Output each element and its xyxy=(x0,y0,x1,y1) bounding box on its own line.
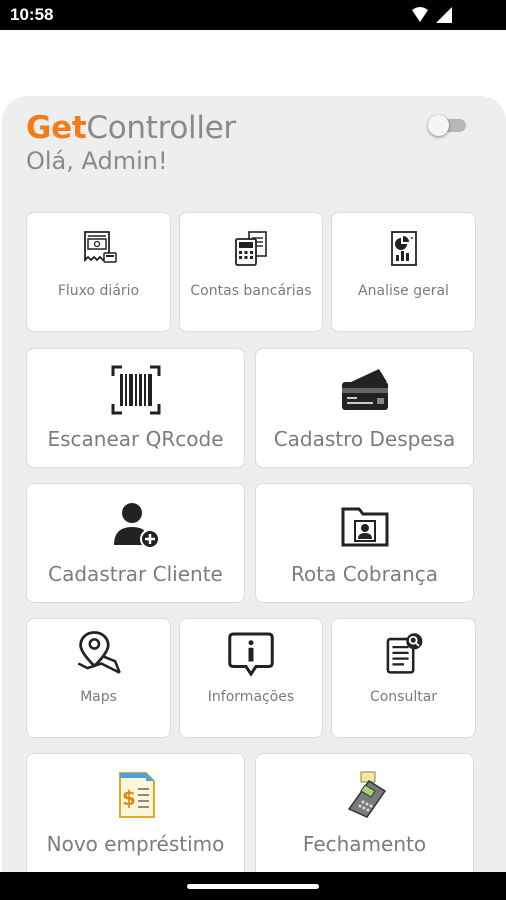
tile-label: Fluxo diário xyxy=(57,283,140,299)
tile-label: Cadastrar Cliente xyxy=(48,562,223,586)
calculator-documents-icon xyxy=(235,231,267,266)
tile-label: Rota Cobrança xyxy=(291,562,438,586)
tile-escanear-qrcode[interactable]: Escanear QRcode xyxy=(26,348,245,468)
tile-consultar[interactable]: Consultar xyxy=(331,618,476,738)
tile-informacoes[interactable]: Informações xyxy=(179,618,323,738)
map-pin-icon xyxy=(77,631,121,674)
tile-analise-geral[interactable]: Analise geral xyxy=(331,212,476,332)
navigation-bar xyxy=(0,872,506,900)
tile-fluxo-diario[interactable]: Fluxo diário xyxy=(26,212,171,332)
logo-get: Get xyxy=(26,110,87,146)
barcode-scan-icon xyxy=(111,365,160,415)
tile-rota-cobranca[interactable]: Rota Cobrança xyxy=(255,483,474,603)
tile-label: Novo empréstimo xyxy=(46,832,225,856)
home-gesture-handle[interactable] xyxy=(187,884,319,889)
tile-label: Informações xyxy=(207,689,295,705)
status-bar: 10:58 xyxy=(0,0,506,30)
greeting-text: Olá, Admin! xyxy=(26,147,168,175)
tile-maps[interactable]: Maps xyxy=(26,618,171,738)
tile-cadastrar-cliente[interactable]: Cadastrar Cliente xyxy=(26,483,245,603)
add-user-icon xyxy=(113,503,160,549)
app-logo: GetController xyxy=(26,110,236,146)
tile-label: Escanear QRcode xyxy=(47,427,224,451)
theme-toggle[interactable] xyxy=(428,115,468,136)
tile-fechamento[interactable]: Fechamento xyxy=(255,753,474,883)
tile-label: Consultar xyxy=(369,689,438,705)
tile-label: Maps xyxy=(80,689,117,705)
cash-receipt-icon xyxy=(83,231,117,263)
contact-folder-icon xyxy=(341,507,388,547)
logo-controller: Controller xyxy=(86,110,236,146)
tile-contas-bancarias[interactable]: Contas bancárias xyxy=(179,212,323,332)
info-bubble-icon xyxy=(228,632,274,677)
report-chart-icon xyxy=(390,231,417,266)
credit-card-icon xyxy=(341,369,388,410)
card-terminal-icon xyxy=(347,771,386,818)
status-time: 10:58 xyxy=(10,5,54,24)
tile-label: Fechamento xyxy=(302,832,427,856)
tile-label: Cadastro Despesa xyxy=(273,427,456,451)
wifi-signal-icon xyxy=(412,7,452,23)
document-search-icon xyxy=(386,633,422,674)
tile-cadastro-despesa[interactable]: Cadastro Despesa xyxy=(255,348,474,468)
svg-text:$: $ xyxy=(122,786,136,810)
toggle-thumb xyxy=(428,115,449,136)
tile-novo-emprestimo[interactable]: $ Novo empréstimo xyxy=(26,753,245,883)
tile-label: Contas bancárias xyxy=(190,283,312,299)
loan-document-icon: $ xyxy=(118,772,155,818)
tile-label: Analise geral xyxy=(358,283,449,299)
